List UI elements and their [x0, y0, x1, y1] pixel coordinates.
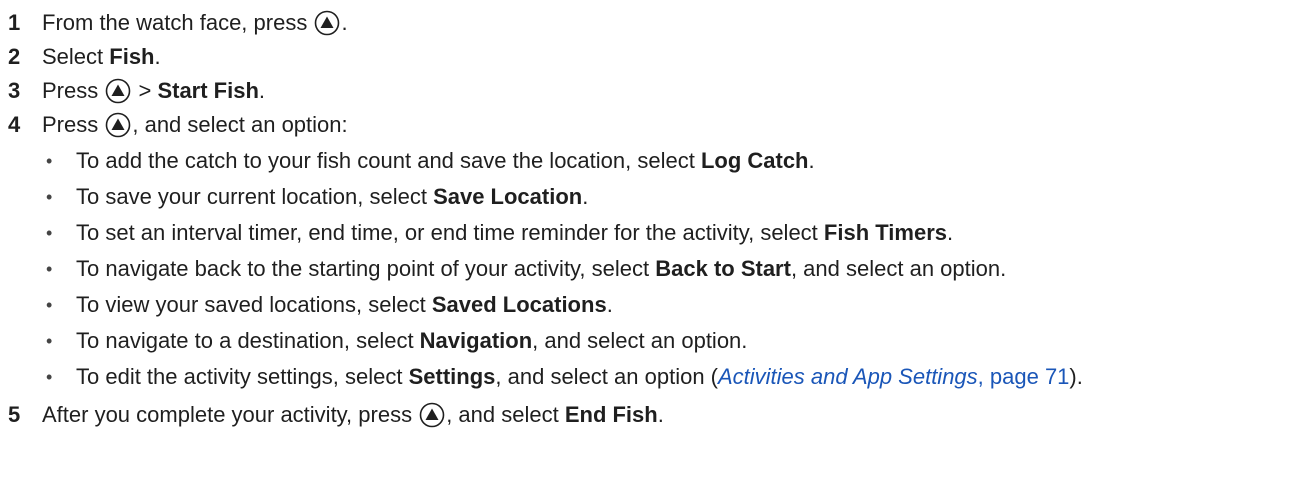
bullet-text-post: ). [1069, 364, 1083, 389]
step-text: Select Fish. [42, 40, 161, 74]
step-text: From the watch face, press . [42, 6, 348, 40]
step-text-pre: From the watch face, press [42, 10, 314, 35]
menu-option-end-fish: End Fish [564, 402, 658, 427]
bullet-marker: • [46, 223, 53, 243]
menu-option-save-location: Save Location [433, 184, 583, 209]
bullet-text-pre: To view your saved locations, select [76, 292, 432, 317]
step-text-pre: Select [42, 44, 110, 69]
step-text-mid: > [132, 78, 158, 103]
bullet-text-mid: , and select an option ( [495, 364, 718, 389]
bullet-text: To edit the activity settings, select Se… [76, 360, 1083, 394]
step-number: 2 [8, 44, 21, 69]
link-page: , page 71 [977, 364, 1070, 389]
step-number: 1 [8, 10, 21, 35]
bullet-text-pre: To navigate to a destination, select [76, 328, 420, 353]
step-text-mid: , and select [446, 402, 565, 427]
step-text-pre: Press [42, 78, 105, 103]
link-title: Activities and App Settings [718, 364, 978, 389]
bullet-text: To add the catch to your fish count and … [76, 144, 815, 178]
bullet-marker: • [46, 295, 53, 315]
cross-reference-link[interactable]: Activities and App Settings, page 71 [718, 364, 1069, 389]
bullet-text: To navigate to a destination, select Nav… [76, 324, 747, 358]
step-text-pre: After you complete your activity, press [42, 402, 419, 427]
menu-option-start-fish: Start Fish [157, 78, 259, 103]
menu-option-fish: Fish [109, 44, 155, 69]
bullet-marker: • [46, 331, 53, 351]
bullet-marker: • [46, 187, 53, 207]
menu-option-settings: Settings [408, 364, 496, 389]
step-text-post: , and select an option: [132, 112, 348, 137]
step-text: Press > Start Fish. [42, 74, 265, 108]
step-text-post: . [154, 44, 161, 69]
step-number: 3 [8, 78, 21, 103]
bullet-text-post: , and select an option. [790, 256, 1007, 281]
bullet-text-post: . [947, 220, 954, 245]
step-text: Press , and select an option: [42, 108, 348, 142]
up-button-icon [106, 112, 131, 138]
menu-option-saved-locations: Saved Locations [431, 292, 607, 317]
step-text: After you complete your activity, press … [42, 398, 664, 432]
bullet-marker: • [46, 259, 53, 279]
step-text-post: . [258, 78, 266, 103]
up-button-icon [315, 10, 340, 36]
bullet-text-pre: To add the catch to your fish count and … [76, 148, 701, 173]
menu-option-log-catch: Log Catch [700, 148, 809, 173]
bullet-text: To set an interval timer, end time, or e… [76, 216, 953, 250]
bullet-text-pre: To navigate back to the starting point o… [76, 256, 656, 281]
bullet-text-pre: To save your current location, select [76, 184, 434, 209]
step-number: 5 [8, 402, 21, 427]
bullet-text-post: . [808, 148, 815, 173]
step-text-post: . [657, 402, 664, 427]
instruction-list: 1 From the watch face, press . 2 Select … [0, 0, 1297, 478]
menu-option-navigation: Navigation [419, 328, 533, 353]
menu-option-fish-timers: Fish Timers [823, 220, 947, 245]
bullet-marker: • [46, 367, 53, 387]
bullet-text: To save your current location, select Sa… [76, 180, 588, 214]
bullet-text-post: , and select an option. [532, 328, 748, 353]
bullet-text-post: . [606, 292, 613, 317]
up-button-icon [419, 402, 445, 428]
bullet-marker: • [46, 151, 53, 171]
step-number: 4 [8, 112, 21, 137]
bullet-text-pre: To edit the activity settings, select [76, 364, 409, 389]
bullet-text: To view your saved locations, select Sav… [76, 288, 613, 322]
menu-option-back-to-start: Back to Start [655, 256, 791, 281]
step-text-post: . [341, 10, 348, 35]
step-text-pre: Press [42, 112, 105, 137]
bullet-text-post: . [582, 184, 589, 209]
bullet-text-pre: To set an interval timer, end time, or e… [76, 220, 824, 245]
bullet-text: To navigate back to the starting point o… [76, 252, 1006, 286]
up-button-icon [106, 78, 131, 104]
